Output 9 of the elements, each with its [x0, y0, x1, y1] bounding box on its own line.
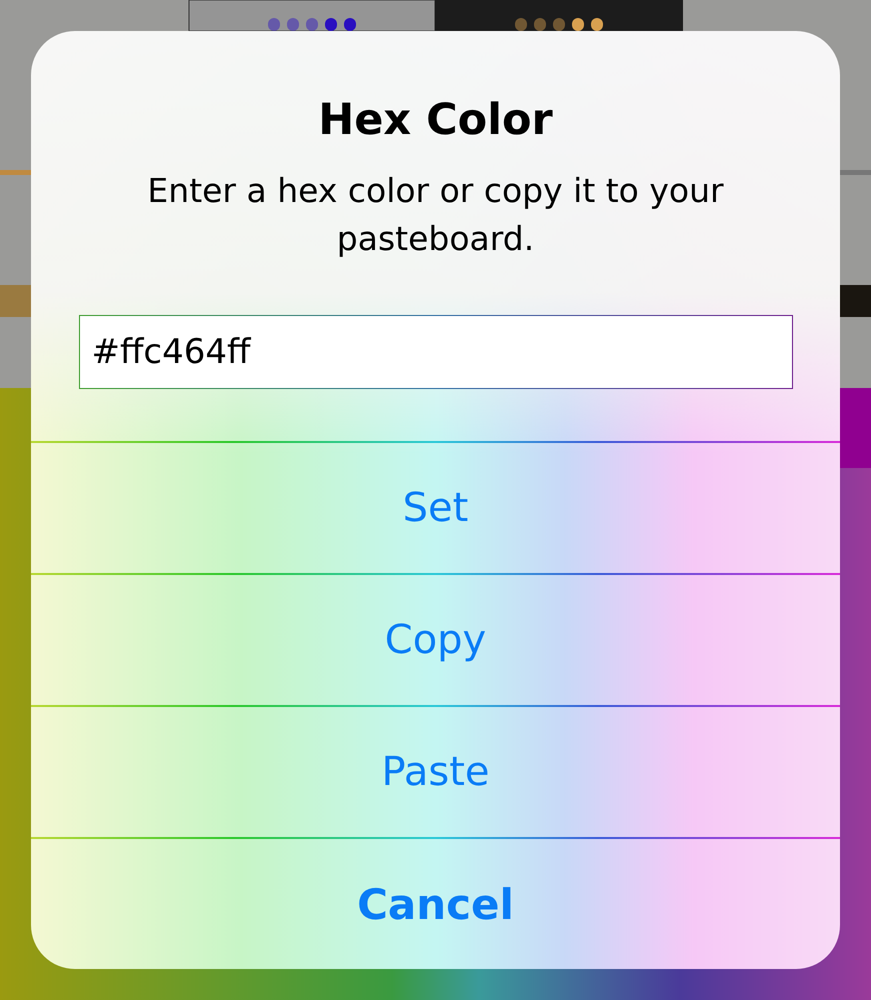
hex-input-field[interactable]: #ffc464ff [78, 315, 792, 389]
cancel-button[interactable]: Cancel [31, 837, 840, 969]
color-swatch [0, 285, 31, 317]
dialog-title: Hex Color [318, 95, 553, 145]
action-button[interactable]: Paste [31, 705, 840, 837]
color-swatch [840, 285, 871, 317]
action-button[interactable]: Set [31, 441, 840, 573]
action-button[interactable]: Copy [31, 573, 840, 705]
dialog-message: Enter a hex color or copy it to your pasteboard. [146, 170, 725, 260]
